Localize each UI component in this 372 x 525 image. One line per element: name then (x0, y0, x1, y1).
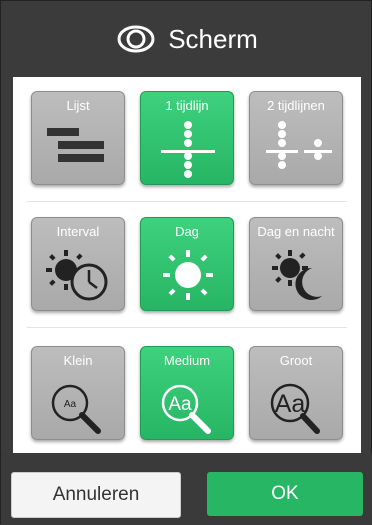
sun-cloud-clock-icon (46, 250, 108, 301)
time-period-row: Interval Dag Dag en nacht (13, 202, 361, 326)
magnifier-large-icon: Aa (270, 383, 320, 434)
eye-icon (117, 25, 155, 53)
option-1-tijdlijn[interactable]: 1 tijdlijn (140, 91, 234, 185)
single-timeline-icon (161, 121, 215, 178)
dialog-footer: Annuleren OK (1, 453, 372, 525)
dialog-header: Scherm (1, 1, 372, 77)
dialog-title: Scherm (168, 23, 258, 54)
text-size-row: Klein Aa Medium Aa Groot Aa (13, 328, 361, 452)
sun-moon-icon (272, 250, 322, 300)
option-dag-en-nacht[interactable]: Dag en nacht (249, 217, 343, 311)
option-klein[interactable]: Klein Aa (31, 346, 125, 440)
cancel-button[interactable]: Annuleren (11, 472, 181, 518)
option-dag[interactable]: Dag (140, 217, 234, 311)
ok-button[interactable]: OK (207, 472, 363, 516)
magnifier-text: Aa (168, 394, 192, 415)
options-panel: Lijst 1 tijdlijn 2 tijdlijnen Interval D… (13, 77, 361, 453)
option-lijst[interactable]: Lijst (31, 91, 125, 185)
option-medium[interactable]: Medium Aa (140, 346, 234, 440)
sun-icon (163, 250, 213, 300)
option-interval[interactable]: Interval (31, 217, 125, 311)
magnifier-text: Aa (275, 390, 306, 418)
dialog-frame: Scherm Lijst 1 tijdlijn 2 tijdlijnen Int… (0, 0, 372, 525)
magnifier-text: Aa (64, 399, 77, 410)
option-2-tijdlijnen[interactable]: 2 tijdlijnen (249, 91, 343, 185)
layout-row: Lijst 1 tijdlijn 2 tijdlijnen (13, 77, 361, 201)
double-timeline-icon (266, 121, 332, 169)
magnifier-medium-icon: Aa (161, 384, 211, 434)
magnifier-small-icon: Aa (51, 384, 101, 434)
list-icon (47, 128, 104, 162)
option-groot[interactable]: Groot Aa (249, 346, 343, 440)
